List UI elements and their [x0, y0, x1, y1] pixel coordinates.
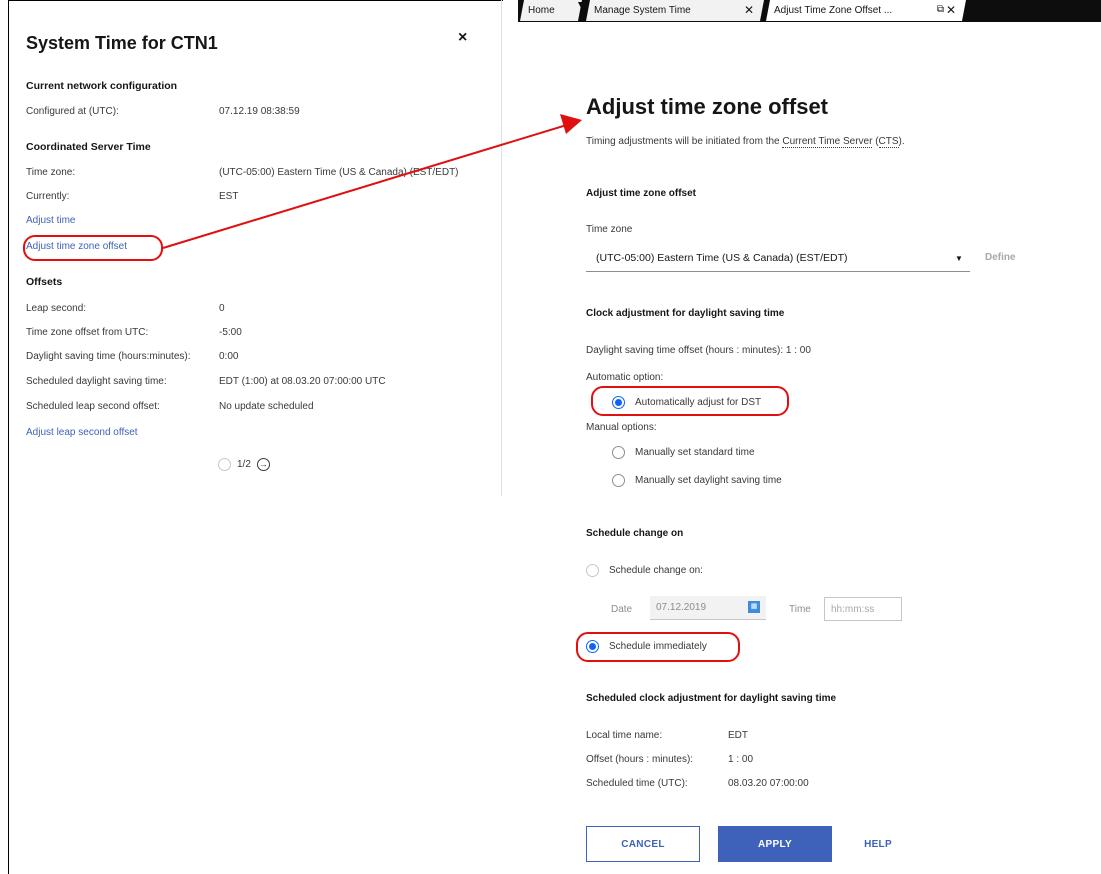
- define-button[interactable]: Define: [985, 252, 1016, 263]
- sched-time-value: 08.03.20 07:00:00: [728, 778, 809, 789]
- dst-offset-text: Daylight saving time offset (hours : min…: [586, 345, 811, 356]
- tab-adjust-time-zone-offset[interactable]: Adjust Time Zone Offset ... ⧉ ✕: [766, 0, 966, 21]
- page-title: Adjust time zone offset: [586, 94, 829, 119]
- radio-selected-icon[interactable]: [586, 640, 599, 653]
- cts-abbr: CTS: [878, 136, 899, 148]
- tz-offset-label: Time zone offset from UTC:: [26, 327, 149, 338]
- section-offsets: Offsets: [26, 276, 63, 288]
- radio-icon[interactable]: [612, 474, 625, 487]
- tab-home-label: Home: [528, 5, 555, 16]
- tab-manage-label: Manage System Time: [594, 5, 691, 16]
- offset-value: 1 : 00: [728, 754, 754, 765]
- auto-dst-label: Automatically adjust for DST: [635, 397, 762, 408]
- page-subtitle: Timing adjustments will be initiated fro…: [586, 136, 905, 148]
- tab-home[interactable]: Home: [520, 0, 582, 21]
- tab-adjust-label: Adjust Time Zone Offset ...: [774, 5, 893, 16]
- schedule-on-label: Schedule change on:: [609, 565, 703, 576]
- section-clock-adjustment: Clock adjustment for daylight saving tim…: [586, 308, 785, 319]
- radio-selected-icon[interactable]: [612, 396, 625, 409]
- apply-button[interactable]: APPLY: [718, 826, 832, 862]
- leap-second-label: Leap second:: [26, 303, 87, 314]
- timezone-select[interactable]: (UTC-05:00) Eastern Time (US & Canada) (…: [586, 244, 970, 272]
- timezone-field-label: Time zone: [586, 224, 633, 235]
- time-label: Time: [789, 604, 811, 615]
- timezone-label: Time zone:: [26, 167, 76, 178]
- section-scheduled-adjustment: Scheduled clock adjustment for daylight …: [586, 693, 837, 704]
- adjust-time-link[interactable]: Adjust time: [26, 215, 75, 226]
- prev-page-icon[interactable]: [218, 458, 231, 471]
- sched-leap-label: Scheduled leap second offset:: [26, 401, 160, 412]
- time-placeholder: hh:mm:ss: [831, 604, 875, 615]
- radio-icon[interactable]: [586, 564, 599, 577]
- cancel-button[interactable]: CANCEL: [586, 826, 700, 862]
- dst-value: 0:00: [219, 351, 239, 362]
- timezone-value: (UTC-05:00) Eastern Time (US & Canada) (…: [219, 167, 459, 178]
- date-field[interactable]: 07.12.2019 ▦: [650, 596, 766, 620]
- schedule-on-radio[interactable]: Schedule change on:: [586, 564, 703, 577]
- section-cst: Coordinated Server Time: [26, 141, 151, 153]
- manual-standard-label: Manually set standard time: [635, 447, 755, 458]
- calendar-icon[interactable]: ▦: [748, 601, 760, 613]
- sched-dst-label: Scheduled daylight saving time:: [26, 376, 167, 387]
- page-indicator: 1/2: [237, 459, 251, 470]
- local-name-value: EDT: [728, 730, 748, 741]
- close-tab-icon[interactable]: ✕: [946, 3, 956, 17]
- panel-title: System Time for CTN1: [26, 33, 218, 53]
- close-icon[interactable]: ×: [458, 29, 467, 47]
- manual-dst-label: Manually set daylight saving time: [635, 475, 782, 486]
- sched-time-label: Scheduled time (UTC):: [586, 778, 688, 789]
- arrow-head-icon: [560, 114, 582, 134]
- external-launch-icon[interactable]: ⧉: [937, 4, 944, 15]
- schedule-immediately-label: Schedule immediately: [609, 641, 707, 652]
- panel-divider: [501, 0, 502, 496]
- local-name-label: Local time name:: [586, 730, 663, 741]
- panel-top-border: [9, 0, 503, 1]
- currently-label: Currently:: [26, 191, 70, 202]
- date-label: Date: [611, 604, 633, 615]
- configured-label: Configured at (UTC):: [26, 106, 119, 117]
- configured-value: 07.12.19 08:38:59: [219, 106, 300, 117]
- adjust-leap-second-link[interactable]: Adjust leap second offset: [26, 427, 138, 438]
- tz-offset-value: -5:00: [219, 327, 242, 338]
- cts-link[interactable]: Current Time Server: [782, 136, 873, 148]
- sched-leap-value: No update scheduled: [219, 401, 314, 412]
- section-adjust-offset: Adjust time zone offset: [586, 188, 697, 199]
- close-tab-icon[interactable]: ✕: [744, 3, 754, 17]
- dst-label: Daylight saving time (hours:minutes):: [26, 351, 191, 362]
- leap-second-value: 0: [219, 303, 225, 314]
- time-field[interactable]: hh:mm:ss: [824, 597, 902, 621]
- pager: 1/2 →: [218, 458, 270, 471]
- section-network-config: Current network configuration: [26, 80, 178, 92]
- timezone-select-value: (UTC-05:00) Eastern Time (US & Canada) (…: [596, 252, 848, 264]
- chevron-down-icon: ▼: [955, 254, 963, 263]
- currently-value: EST: [219, 191, 239, 202]
- tab-manage-system-time[interactable]: Manage System Time ✕: [586, 0, 764, 21]
- sched-dst-value: EDT (1:00) at 08.03.20 07:00:00 UTC: [219, 376, 386, 387]
- date-value: 07.12.2019: [656, 602, 707, 613]
- manual-standard-radio[interactable]: Manually set standard time: [612, 446, 755, 459]
- manual-options-label: Manual options:: [586, 422, 657, 433]
- schedule-immediately-radio[interactable]: Schedule immediately: [586, 640, 707, 653]
- radio-icon[interactable]: [612, 446, 625, 459]
- offset-label: Offset (hours : minutes):: [586, 754, 694, 765]
- subtitle-text: Timing adjustments will be initiated fro…: [586, 136, 783, 147]
- adjust-time-zone-offset-link[interactable]: Adjust time zone offset: [26, 241, 127, 252]
- next-page-icon[interactable]: →: [256, 458, 270, 471]
- help-button[interactable]: HELP: [848, 826, 908, 862]
- section-schedule: Schedule change on: [586, 528, 684, 539]
- auto-dst-radio[interactable]: Automatically adjust for DST: [612, 396, 761, 409]
- manual-dst-radio[interactable]: Manually set daylight saving time: [612, 474, 782, 487]
- automatic-option-label: Automatic option:: [586, 372, 664, 383]
